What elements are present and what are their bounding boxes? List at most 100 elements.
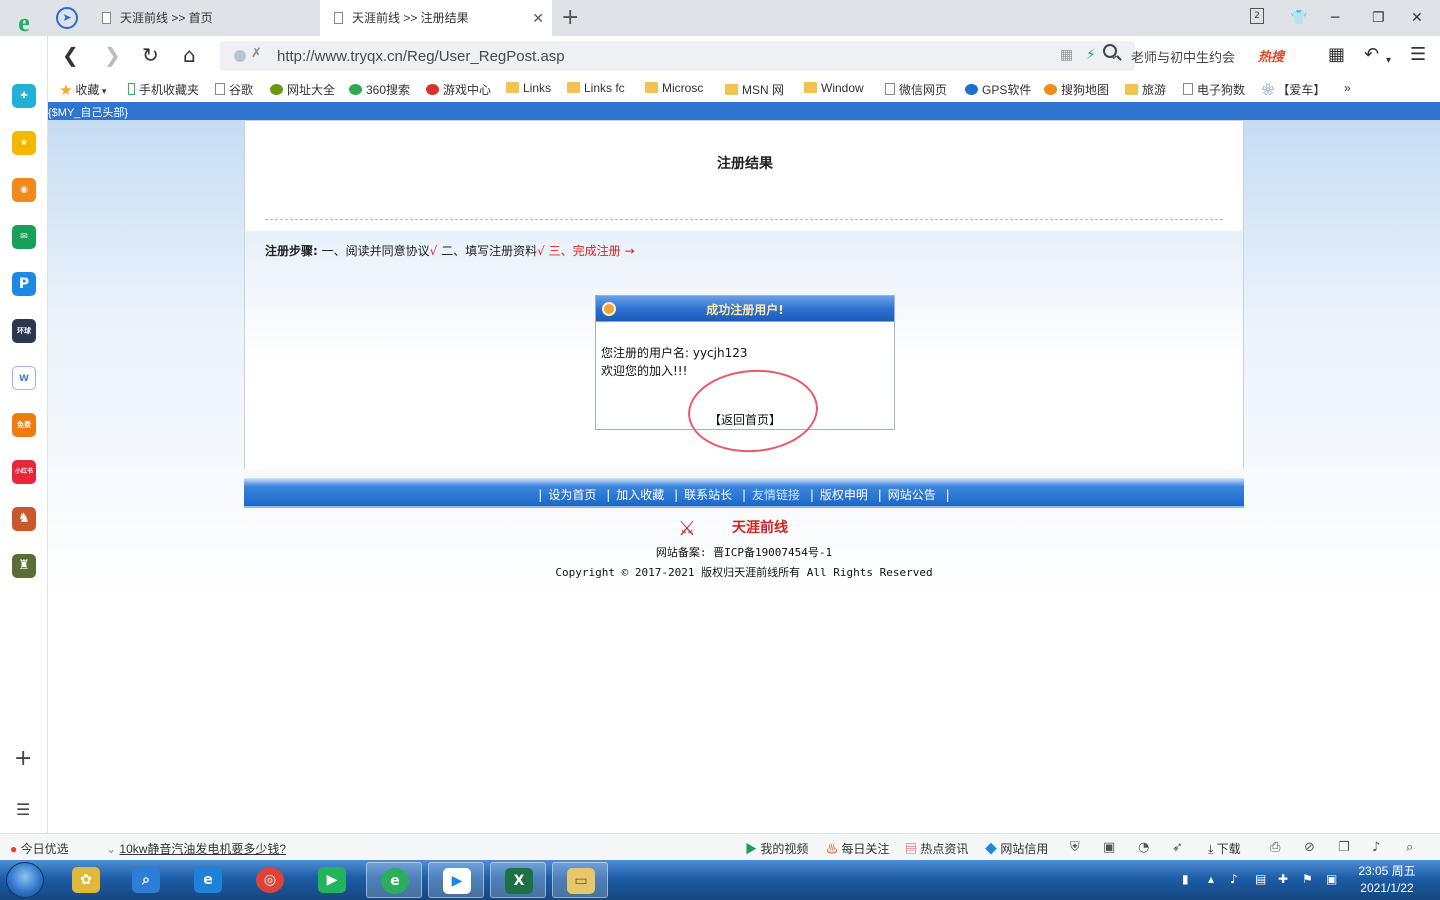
- speed-icon[interactable]: ◔: [1138, 840, 1149, 855]
- image-icon[interactable]: ▣: [1103, 840, 1115, 855]
- home-button[interactable]: ⌂: [183, 44, 196, 66]
- my-video[interactable]: ▶ 我的视频: [745, 840, 808, 857]
- back-button[interactable]: ❮: [62, 44, 79, 66]
- tab-register-result[interactable]: 天涯前线 >> 注册结果 ✕: [320, 0, 552, 36]
- bookmark-item[interactable]: Window: [804, 81, 864, 95]
- news-ticker[interactable]: ⌄ 10kw静音汽油发电机要多少钱?: [106, 840, 286, 857]
- taskbar-app-excel[interactable]: X: [490, 862, 546, 898]
- sidebar-ip-icon[interactable]: P: [12, 272, 36, 296]
- taskbar-app-youku[interactable]: ▶: [428, 862, 484, 898]
- window-icon[interactable]: ❐: [1338, 840, 1350, 855]
- close-window-button[interactable]: ✕: [1411, 8, 1423, 28]
- sidebar-mail-icon[interactable]: ✉: [12, 225, 36, 249]
- taskbar-app-pinwheel[interactable]: ✿: [58, 862, 114, 898]
- sidebar-add-icon[interactable]: +: [14, 746, 32, 771]
- taskbar-app-explorer[interactable]: ▭: [552, 862, 608, 898]
- sidebar-star-icon[interactable]: ★: [12, 131, 36, 155]
- browser-logo-icon[interactable]: e: [10, 10, 38, 38]
- insecure-icon[interactable]: ✗: [251, 46, 262, 61]
- ie-icon: e: [194, 867, 222, 893]
- bookmark-item[interactable]: 360搜索: [349, 81, 410, 98]
- bookmark-item[interactable]: MSN 网: [725, 81, 784, 98]
- qr-code-icon[interactable]: ▦: [1060, 47, 1073, 63]
- taskbar-app-chrome[interactable]: ◎: [242, 862, 298, 898]
- restore-button[interactable]: ❐: [1372, 8, 1385, 28]
- bookmark-item[interactable]: Links: [506, 81, 551, 95]
- sidebar-game2-icon[interactable]: ♜: [12, 554, 36, 578]
- sidebar-weibo-icon[interactable]: ◉: [12, 178, 36, 202]
- sidebar-game1-icon[interactable]: ♞: [12, 507, 36, 531]
- hot-search-label[interactable]: 热搜: [1258, 46, 1284, 65]
- taskbar-app-ie[interactable]: e: [180, 862, 236, 898]
- bookmark-item[interactable]: 手机收藏夹: [128, 81, 199, 98]
- bookmark-item[interactable]: ❀ 【爱车】: [1262, 81, 1325, 98]
- search-icon[interactable]: [1103, 44, 1117, 58]
- taskbar-clock[interactable]: 23:05 周五 2021/1/22: [1352, 863, 1422, 897]
- skin-shirt-icon[interactable]: 👕: [1290, 8, 1307, 28]
- security-tray-icon[interactable]: ✚: [1278, 872, 1288, 886]
- hot-news[interactable]: ▤ 热点资讯: [905, 840, 968, 857]
- url-text[interactable]: http://www.tryqx.cn/Reg/User_RegPost.asp: [277, 48, 565, 65]
- footer-link-friends[interactable]: 友情链接: [752, 488, 800, 502]
- input-method-icon[interactable]: ▤: [1255, 872, 1266, 886]
- menu-icon[interactable]: ☰: [1410, 44, 1426, 66]
- bookmark-item[interactable]: 游戏中心: [426, 81, 491, 98]
- reload-button[interactable]: ↻: [142, 44, 159, 66]
- clear-icon[interactable]: ⊘: [1304, 840, 1315, 855]
- bookmark-item[interactable]: 旅游: [1125, 81, 1166, 98]
- taskbar-app-player[interactable]: ▶: [304, 862, 360, 898]
- forward-button[interactable]: ❯: [104, 44, 121, 66]
- footer-links: | 设为首页 | 加入收藏 | 联系站长 | 友情链接 | 版权申明 | 网站公告 |: [538, 488, 950, 502]
- site-credit[interactable]: ◆ 网站信用: [985, 840, 1048, 857]
- bookmarks-more-button[interactable]: »: [1344, 81, 1351, 95]
- undo-icon[interactable]: ↶: [1364, 44, 1379, 66]
- tab-home[interactable]: 天涯前线 >> 首页: [88, 0, 320, 36]
- zoom-icon[interactable]: ⌕: [1406, 840, 1413, 855]
- sidebar-list-icon[interactable]: ☰: [16, 800, 30, 819]
- lightning-icon[interactable]: ⚡: [1086, 47, 1096, 63]
- download-button[interactable]: ⤓ 下载: [1208, 840, 1241, 857]
- sidebar-news-icon[interactable]: 环球: [12, 319, 36, 343]
- address-bar[interactable]: ✗ http://www.tryqx.cn/Reg/User_RegPost.a…: [220, 41, 1135, 71]
- shield-icon[interactable]: ⛨: [1070, 840, 1080, 855]
- sidebar-plus-app-icon[interactable]: ✚: [12, 84, 36, 108]
- volume-icon[interactable]: ♪: [1372, 840, 1380, 855]
- navigation-compass-icon[interactable]: ➤: [56, 7, 78, 29]
- battery-icon[interactable]: ▮: [1182, 872, 1189, 886]
- start-button[interactable]: [6, 862, 44, 898]
- daily-focus[interactable]: ♨ 每日关注: [826, 840, 889, 857]
- bookmark-item[interactable]: 搜狗地图: [1044, 81, 1109, 98]
- sidebar-novel-icon[interactable]: 免费: [12, 413, 36, 437]
- minimize-button[interactable]: ─: [1331, 8, 1339, 28]
- print-icon[interactable]: ⎙: [1270, 840, 1280, 855]
- taskbar-app-search[interactable]: ⌕: [118, 862, 174, 898]
- bookmark-item[interactable]: 微信网页: [885, 81, 947, 98]
- sidebar-xiaohongshu-icon[interactable]: 小红书: [12, 460, 36, 484]
- tray-expand-icon[interactable]: ▴: [1208, 872, 1214, 886]
- footer-link-add-favorite[interactable]: 加入收藏: [616, 488, 664, 502]
- search-suggestion[interactable]: 老师与初中生约会: [1131, 47, 1235, 66]
- bookmark-item[interactable]: Links fc: [567, 81, 625, 95]
- footer-link-notice[interactable]: 网站公告: [888, 488, 936, 502]
- bookmark-item[interactable]: GPS软件: [965, 81, 1031, 98]
- bookmark-favorites[interactable]: ★ 收藏 ▾: [60, 81, 106, 98]
- bookmark-item[interactable]: 谷歌: [215, 81, 253, 98]
- close-tab-icon[interactable]: ✕: [532, 0, 544, 36]
- footer-link-contact[interactable]: 联系站长: [684, 488, 732, 502]
- footer-link-set-home[interactable]: 设为首页: [548, 488, 596, 502]
- network-icon[interactable]: ▣: [1326, 872, 1337, 886]
- undo-dropdown-icon[interactable]: ▾: [1386, 50, 1391, 72]
- volume-icon[interactable]: ♪: [1230, 872, 1238, 886]
- tab-counter[interactable]: 2: [1250, 8, 1264, 24]
- sidebar-doc-icon[interactable]: W: [12, 366, 36, 390]
- bookmark-item[interactable]: 电子狗数: [1183, 81, 1245, 98]
- new-tab-button[interactable]: +: [561, 5, 579, 31]
- footer-link-copyright[interactable]: 版权申明: [820, 488, 868, 502]
- bookmark-item[interactable]: 网址大全: [270, 81, 335, 98]
- flag-icon[interactable]: ⚑: [1302, 872, 1313, 886]
- rocket-icon[interactable]: ➶: [1172, 840, 1183, 855]
- taskbar-app-browser[interactable]: e: [366, 862, 422, 898]
- apps-grid-icon[interactable]: ▦: [1328, 44, 1345, 66]
- bookmark-item[interactable]: Microsc: [645, 81, 703, 95]
- today-pick[interactable]: ● 今日优选: [10, 840, 69, 857]
